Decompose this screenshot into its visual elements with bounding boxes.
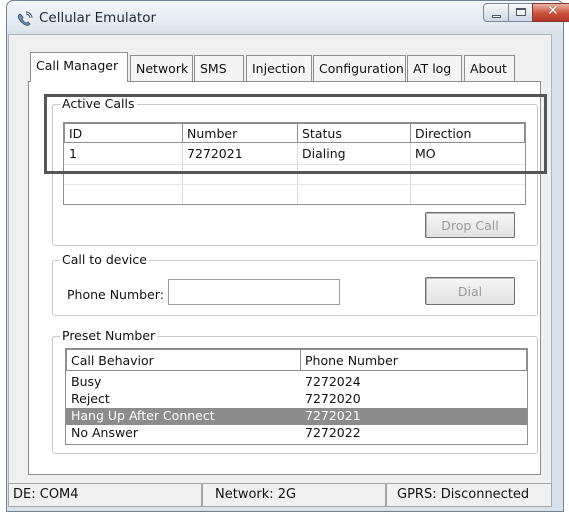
column-header-call-behavior[interactable]: Call Behavior [66,349,301,371]
call-behavior-cell: Busy [71,374,102,389]
minimize-button[interactable] [483,3,509,22]
window-title: Cellular Emulator [39,10,157,26]
call-behavior-cell: Hang Up After Connect [71,408,215,423]
status-device: DE: COM4 [8,483,202,507]
phone-number-label: Phone Number: [67,287,164,302]
tab-network[interactable]: Network [130,55,193,81]
status-network: Network: 2G [202,483,386,507]
tab-configuration[interactable]: Configuration [313,55,406,81]
tab-label: SMS [200,61,227,76]
tab-label: Network [136,61,189,76]
phone-number-cell: 7272020 [305,391,361,406]
tab-label: About [470,61,507,76]
minimize-icon [492,15,501,18]
list-item[interactable]: Busy 7272024 [66,374,527,391]
title-bar[interactable]: Cellular Emulator ✕ [7,1,569,35]
phone-number-cell: 7272022 [305,425,361,440]
highlight-box [44,94,547,174]
phone-number-cell: 7272024 [305,374,361,389]
tab-label: Injection [252,61,306,76]
tab-injection[interactable]: Injection [246,55,312,81]
column-header-label: Phone Number [305,353,398,368]
preset-number-list[interactable]: Call Behavior Phone Number Busy 7272024 … [65,348,528,445]
column-header-phone-number[interactable]: Phone Number [300,349,527,371]
list-item[interactable]: No Answer 7272022 [66,425,527,442]
tab-sms[interactable]: SMS [194,55,244,81]
column-header-label: Call Behavior [71,353,154,368]
tab-label: Call Manager [36,58,119,73]
tab-label: Configuration [319,61,404,76]
phone-app-icon [17,11,33,26]
preset-number-label: Preset Number [60,328,158,343]
close-button[interactable]: ✕ [532,3,569,22]
call-to-device-label: Call to device [60,252,149,267]
tab-about[interactable]: About [464,55,515,81]
status-gprs: GPRS: Disconnected [386,483,552,507]
list-item-selected[interactable]: Hang Up After Connect 7272021 [66,408,527,425]
phone-number-input[interactable] [168,279,340,305]
dial-button[interactable]: Dial [425,277,515,305]
list-item[interactable]: Reject 7272020 [66,391,527,408]
row-divider [64,184,525,185]
tab-label: AT log [413,61,452,76]
phone-number-cell: 7272021 [305,408,361,423]
call-behavior-cell: No Answer [71,425,139,440]
tab-call-manager[interactable]: Call Manager [30,52,128,82]
drop-call-button[interactable]: Drop Call [425,212,515,238]
close-icon: ✕ [547,3,559,19]
tab-at-log[interactable]: AT log [407,55,462,81]
maximize-icon [516,8,526,16]
maximize-button[interactable] [508,3,533,22]
call-behavior-cell: Reject [71,391,110,406]
